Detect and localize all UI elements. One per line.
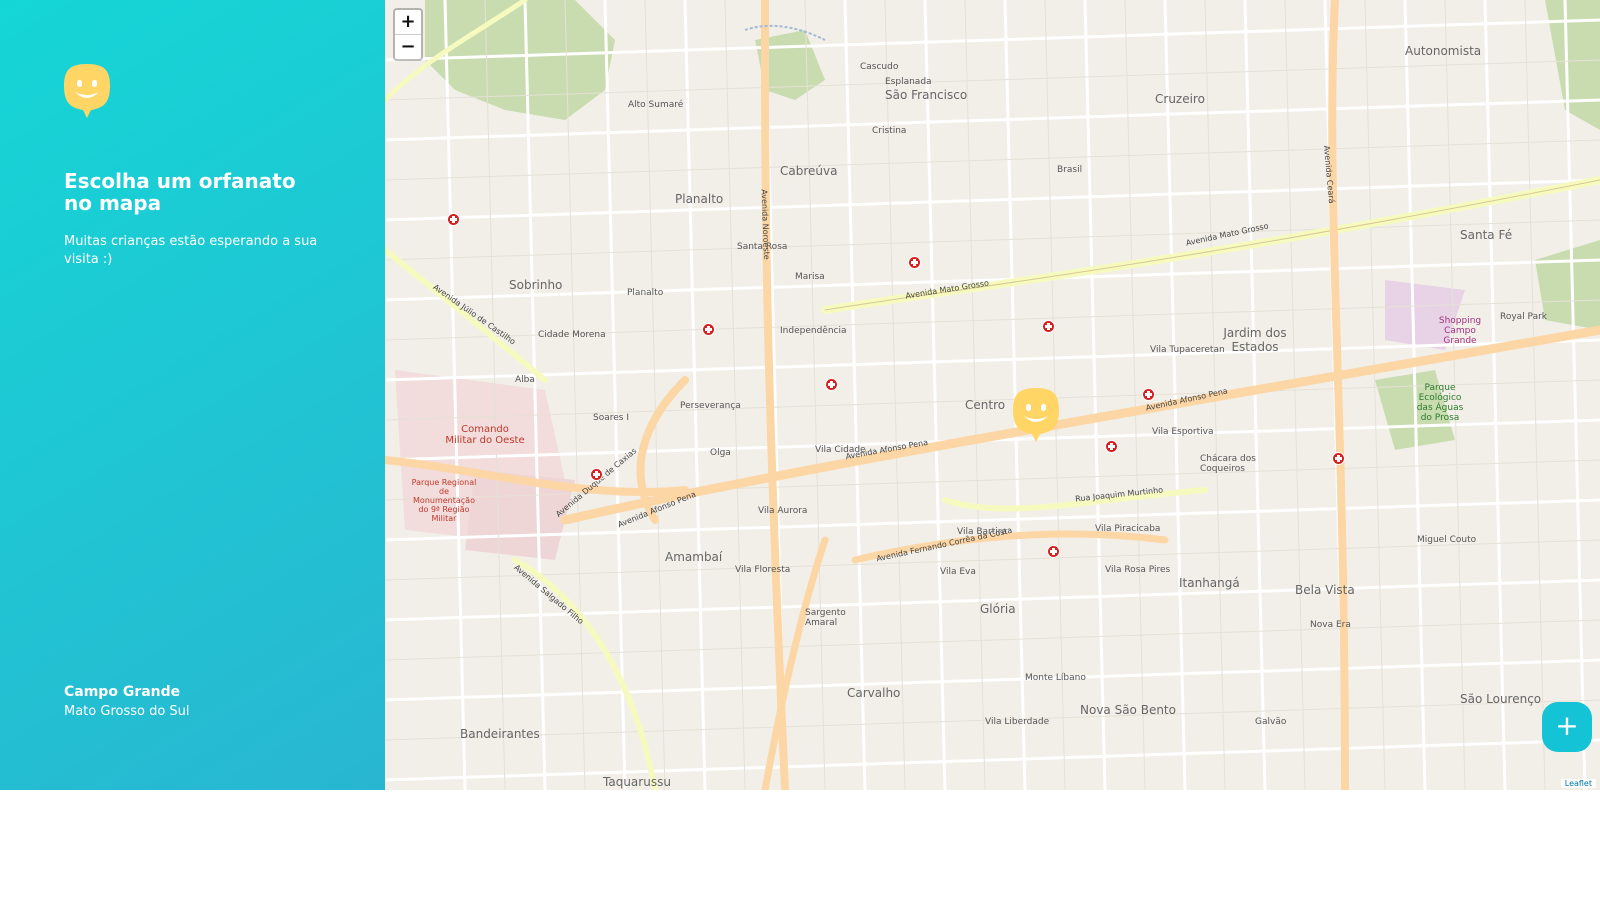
map-label-planalto: Planalto [675,192,724,206]
map-label-tupaceretan: Vila Tupaceretan [1150,345,1225,355]
hospital-icon [908,256,921,269]
map-label-rosa-pires: Vila Rosa Pires [1105,565,1171,575]
map-label-santa-fe: Santa Fé [1460,228,1513,242]
hospital-icon [1105,440,1118,453]
zoom-control: + − [393,8,423,61]
map-label-cabreuva: Cabreúva [780,164,838,178]
map-label-miguel-couto: Miguel Couto [1417,535,1477,545]
map-label-independencia: Independência [780,326,847,336]
map-label-soares: Soares I [593,413,629,423]
zoom-out-button[interactable]: − [395,34,421,59]
map-label-cidade-morena: Cidade Morena [538,330,606,340]
map[interactable]: São Francisco Cruzeiro Autonomista Plana… [385,0,1600,790]
map-label-bela-vista: Bela Vista [1295,583,1355,597]
map-label-sao-francisco: São Francisco [885,88,968,102]
map-label-olga: Olga [710,448,731,458]
map-label-amambai: Amambaí [665,550,723,564]
map-label-autonomista: Autonomista [1405,44,1482,58]
map-label-comando-militar: Comando Militar do Oeste [445,424,525,446]
zoom-in-button[interactable]: + [395,10,421,34]
map-label-bandeirantes: Bandeirantes [460,727,540,741]
map-label-vila-eva: Vila Eva [940,567,976,577]
city-name: Campo Grande [64,684,181,700]
map-label-chacara: Chácara dos Coqueiros [1200,454,1256,474]
map-label-vila-esportiva: Vila Esportiva [1152,427,1214,437]
map-label-carvalho: Carvalho [847,686,901,700]
map-label-sargento: Sargento Amaral [805,608,846,628]
map-label-alto-sumare: Alto Sumaré [628,100,684,110]
map-attribution-link[interactable]: Leaflet [1560,779,1596,788]
page-subtitle: Muitas crianças estão esperando a sua vi… [64,234,318,267]
map-label-sao-lourenco: São Lourenço [1460,692,1542,706]
map-label-vila-liberdade: Vila Liberdade [985,717,1050,727]
hospital-icon [1042,320,1055,333]
map-label-cristina: Cristina [872,126,907,136]
map-label-parque-ecologico: Parque Ecológico das Águas do Prosa [1416,383,1464,423]
map-label-sobrinho: Sobrinho [509,278,563,292]
hospital-icon [702,323,715,336]
hospital-icon [825,378,838,391]
map-label-brasil: Brasil [1057,165,1083,175]
sidebar: Escolha um orfanato no mapa Muitas crian… [0,0,385,790]
map-label-vila-bartira: Vila Bartira [957,527,1007,537]
map-label-cruzeiro: Cruzeiro [1155,92,1205,106]
map-label-nova-era: Nova Era [1310,620,1351,630]
hospital-icon [447,213,460,226]
map-label-shopping: Shopping Campo Grande [1438,316,1482,346]
hospital-icon [1142,388,1155,401]
map-label-marisa: Marisa [795,272,825,282]
map-label-taquarussu: Taquarussu [603,775,671,789]
map-label-vila-aurora: Vila Aurora [758,506,808,516]
map-label-centro: Centro [965,398,1006,412]
map-label-galvao: Galvão [1255,717,1287,727]
map-label-jardim-dos-estados: Jardim dos Estados [1223,326,1287,354]
map-label-nova-sao-bento: Nova São Bento [1080,703,1176,717]
map-label-monte-libano: Monte Líbano [1025,673,1086,683]
hospital-icon [1332,452,1345,465]
map-label-itanhanga: Itanhangá [1179,576,1240,590]
location-info: Campo Grande Mato Grosso do Sul [64,684,190,719]
map-label-alba: Alba [515,375,535,385]
map-label-parque-regional: Parque Regional de Monumentação do 9ª Re… [411,478,477,523]
map-label-piracicaba: Vila Piracicaba [1095,524,1161,534]
map-label-cascudo: Cascudo [860,62,899,72]
map-label-perseveranca: Perseverança [680,401,741,411]
hospital-icon [590,468,603,481]
map-label-vila-floresta: Vila Floresta [735,565,791,575]
hospital-icon [1047,545,1060,558]
happy-face-marker-icon [64,64,110,118]
page-title: Escolha um orfanato no mapa [64,169,296,215]
map-label-royal-park: Royal Park [1500,312,1548,322]
map-label-santa-rosa: Santa Rosa [737,242,788,252]
map-label-gloria: Glória [980,602,1016,616]
map-label-vila-cidade: Vila Cidade [815,445,866,455]
map-label-vila-planalto: Planalto [627,288,664,298]
orphanage-marker-icon[interactable] [1013,388,1059,446]
map-label-esplanada: Esplanada [885,77,932,87]
state-name: Mato Grosso do Sul [64,704,190,719]
add-orphanage-button[interactable]: + [1542,702,1592,752]
